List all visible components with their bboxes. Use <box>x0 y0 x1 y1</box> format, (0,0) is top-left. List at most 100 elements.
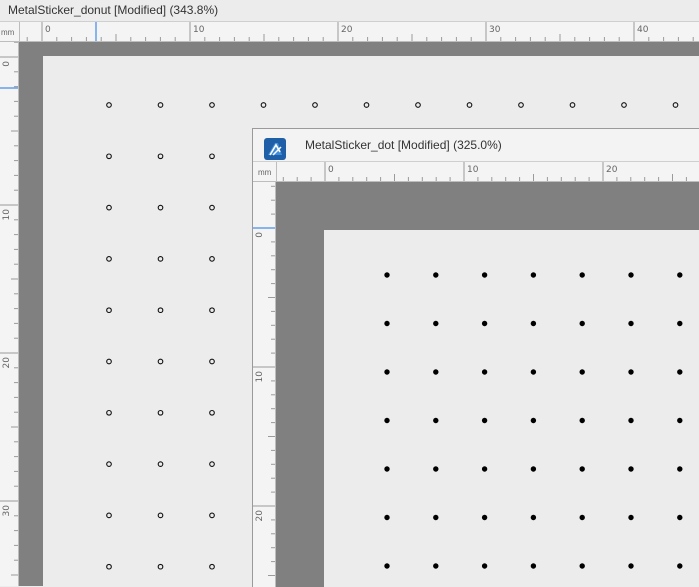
vertical-ruler[interactable]: 0 10 20 <box>253 181 276 587</box>
donut-marker <box>106 256 112 262</box>
donut-marker <box>106 358 112 365</box>
affinity-designer-icon <box>264 138 286 160</box>
dot-marker <box>579 417 585 424</box>
dot-marker <box>579 369 585 375</box>
dot-marker <box>677 369 683 375</box>
ruler-tick-label: 0 <box>45 25 51 35</box>
horizontal-ruler[interactable]: 0 10 20 30 40 <box>19 22 699 42</box>
donut-marker <box>157 102 164 108</box>
dot-marker <box>579 272 585 278</box>
dot-marker <box>677 417 683 424</box>
ruler-tick-label: 0 <box>255 232 265 238</box>
dot-marker <box>530 514 537 521</box>
dot-marker <box>384 369 390 375</box>
dot-marker <box>384 563 390 569</box>
donut-marker <box>157 204 164 211</box>
dot-marker <box>481 369 488 375</box>
donut-marker <box>209 358 215 365</box>
dot-marker <box>579 563 585 569</box>
ruler-unit-label: mm <box>1 28 15 37</box>
donut-marker <box>157 409 164 416</box>
dot-marker <box>530 272 537 278</box>
donut-marker <box>157 307 164 314</box>
dot-marker <box>628 320 634 327</box>
window-title-bar[interactable]: MetalSticker_dot [Modified] (325.0%) <box>253 129 699 162</box>
dot-marker <box>677 272 683 278</box>
donut-marker <box>106 461 112 467</box>
dot-marker <box>628 466 634 472</box>
dot-marker <box>481 320 488 327</box>
dot-marker <box>628 514 634 521</box>
donut-marker <box>466 102 473 108</box>
donut-marker <box>260 102 267 108</box>
zoom-level: (343.8%) <box>169 3 219 17</box>
vertical-ruler[interactable]: 0 10 20 30 <box>0 41 19 586</box>
donut-marker <box>209 512 215 519</box>
ruler-unit-label: mm <box>258 168 272 177</box>
dot-marker <box>579 320 585 327</box>
ruler-tick-label: 10 <box>255 371 265 383</box>
donut-marker <box>106 512 112 519</box>
ruler-tick-label: 20 <box>2 357 12 369</box>
dot-marker <box>433 369 439 375</box>
dot-marker <box>677 320 683 327</box>
ruler-tick-label: 10 <box>193 25 205 35</box>
donut-marker <box>209 563 215 570</box>
ruler-corner: mm <box>253 162 277 182</box>
donut-marker <box>672 102 679 108</box>
donut-marker <box>106 409 112 416</box>
donut-marker <box>106 153 112 160</box>
dot-marker <box>384 514 390 521</box>
donut-marker <box>209 307 215 314</box>
horizontal-ruler[interactable]: 0 10 20 <box>276 162 699 182</box>
dot-marker <box>677 514 683 521</box>
ruler-corner: mm <box>0 22 20 42</box>
donut-marker <box>621 102 627 108</box>
donut-marker <box>157 153 164 160</box>
dot-marker <box>481 466 488 472</box>
dot-marker <box>530 417 537 424</box>
dot-marker <box>384 417 390 424</box>
dot-marker <box>433 320 439 327</box>
dot-marker <box>579 466 585 472</box>
donut-marker <box>157 256 164 262</box>
dot-marker <box>628 272 634 278</box>
ruler-tick-label: 0 <box>2 61 12 67</box>
donut-marker <box>157 512 164 519</box>
document-title: MetalSticker_dot [Modified] <box>305 138 450 152</box>
dot-marker <box>530 369 537 375</box>
dot-marker <box>628 563 634 569</box>
dot-marker <box>677 466 683 472</box>
dot-marker <box>384 272 390 278</box>
ruler-tick-label: 40 <box>637 25 649 35</box>
ruler-tick-label: 10 <box>467 165 479 175</box>
ruler-tick-label: 0 <box>328 165 334 175</box>
dot-marker <box>433 563 439 569</box>
donut-marker <box>209 102 215 108</box>
dot-marker <box>481 563 488 569</box>
donut-marker <box>106 307 112 314</box>
donut-marker <box>312 102 318 108</box>
donut-marker <box>569 102 576 108</box>
donut-marker <box>106 563 112 570</box>
donut-marker <box>157 563 164 570</box>
dot-marker <box>433 417 439 424</box>
document-page[interactable] <box>324 230 699 587</box>
dot-marker <box>481 272 488 278</box>
dot-marker <box>628 369 634 375</box>
dot-marker <box>530 563 537 569</box>
dot-marker <box>481 417 488 424</box>
document-window-dot[interactable]: MetalSticker_dot [Modified] (325.0%) 0 10… <box>252 128 699 587</box>
dot-marker <box>677 563 683 569</box>
ruler-tick-label: 10 <box>2 209 12 221</box>
donut-marker <box>415 102 421 108</box>
window-title-bar[interactable]: MetalSticker_donut [Modified] (343.8%) <box>0 0 699 22</box>
dot-marker-grid <box>384 272 683 569</box>
ruler-tick-label: 20 <box>255 510 265 522</box>
donut-marker <box>363 102 370 108</box>
donut-marker <box>518 102 524 108</box>
dot-marker <box>628 417 634 424</box>
dot-marker <box>433 514 439 521</box>
zoom-level: (325.0%) <box>453 138 502 152</box>
dot-marker <box>433 466 439 472</box>
